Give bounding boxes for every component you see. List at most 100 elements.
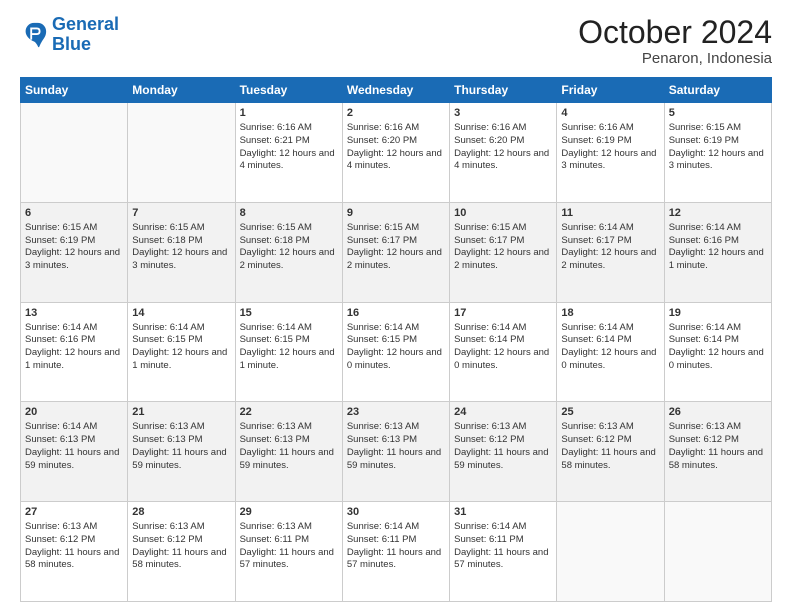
sunset-text: Sunset: 6:19 PM — [561, 135, 631, 146]
daylight-text: Daylight: 12 hours and 0 minutes. — [561, 347, 656, 371]
sunrise-text: Sunrise: 6:14 AM — [25, 421, 97, 432]
sunrise-text: Sunrise: 6:14 AM — [347, 322, 419, 333]
sunset-text: Sunset: 6:12 PM — [669, 434, 739, 445]
day-number: 3 — [454, 106, 552, 121]
day-number: 14 — [132, 306, 230, 321]
calendar-cell — [557, 502, 664, 602]
sunset-text: Sunset: 6:12 PM — [25, 534, 95, 545]
sunrise-text: Sunrise: 6:14 AM — [669, 322, 741, 333]
calendar-cell: 23Sunrise: 6:13 AMSunset: 6:13 PMDayligh… — [342, 402, 449, 502]
daylight-text: Daylight: 11 hours and 58 minutes. — [561, 447, 655, 471]
sunrise-text: Sunrise: 6:15 AM — [132, 222, 204, 233]
month-title: October 2024 — [578, 15, 772, 50]
calendar-cell: 9Sunrise: 6:15 AMSunset: 6:17 PMDaylight… — [342, 202, 449, 302]
header-sunday: Sunday — [21, 78, 128, 103]
sunset-text: Sunset: 6:16 PM — [25, 334, 95, 345]
header-saturday: Saturday — [664, 78, 771, 103]
sunset-text: Sunset: 6:14 PM — [669, 334, 739, 345]
calendar-cell: 16Sunrise: 6:14 AMSunset: 6:15 PMDayligh… — [342, 302, 449, 402]
daylight-text: Daylight: 11 hours and 59 minutes. — [132, 447, 226, 471]
sunrise-text: Sunrise: 6:15 AM — [454, 222, 526, 233]
day-number: 10 — [454, 206, 552, 221]
calendar-header-row: Sunday Monday Tuesday Wednesday Thursday… — [21, 78, 772, 103]
sunset-text: Sunset: 6:12 PM — [454, 434, 524, 445]
calendar-week-row-5: 27 Sunrise: 6:13 AM Sunset: 6:12 PM Dayligh… — [21, 502, 772, 602]
sunrise-text: Sunrise: 6:16 AM — [561, 122, 633, 133]
sunset-text: Sunset: 6:20 PM — [454, 135, 524, 146]
calendar-cell: 10Sunrise: 6:15 AMSunset: 6:17 PMDayligh… — [450, 202, 557, 302]
logo-text: General Blue — [52, 15, 119, 55]
sunrise-text: Sunrise: 6:16 AM — [347, 122, 419, 133]
calendar-cell: 15Sunrise: 6:14 AMSunset: 6:15 PMDayligh… — [235, 302, 342, 402]
calendar: Sunday Monday Tuesday Wednesday Thursday… — [20, 77, 772, 602]
day-number: 28 — [132, 505, 230, 520]
day-number: 1 — [240, 106, 338, 121]
daylight-text: Daylight: 12 hours and 4 minutes. — [454, 148, 549, 172]
day-number: 13 — [25, 306, 123, 321]
day-number: 31 — [454, 505, 552, 520]
sunset-text: Sunset: 6:13 PM — [132, 434, 202, 445]
sunset-text: Sunset: 6:13 PM — [240, 434, 310, 445]
sunrise-text: Sunrise: 6:13 AM — [454, 421, 526, 432]
daylight-text: Daylight: 12 hours and 0 minutes. — [669, 347, 764, 371]
calendar-week-row-1: 1Sunrise: 6:16 AMSunset: 6:21 PMDaylight… — [21, 103, 772, 203]
sunset-text: Sunset: 6:19 PM — [669, 135, 739, 146]
sunrise-text: Sunrise: 6:14 AM — [347, 521, 419, 532]
daylight-text: Daylight: 11 hours and 57 minutes. — [454, 547, 548, 571]
day-number: 7 — [132, 206, 230, 221]
calendar-cell: 8Sunrise: 6:15 AMSunset: 6:18 PMDaylight… — [235, 202, 342, 302]
day-number: 30 — [347, 505, 445, 520]
logo-icon — [20, 21, 48, 49]
calendar-cell: 2Sunrise: 6:16 AMSunset: 6:20 PMDaylight… — [342, 103, 449, 203]
sunrise-text: Sunrise: 6:13 AM — [240, 521, 312, 532]
sunrise-text: Sunrise: 6:13 AM — [132, 421, 204, 432]
day-number: 27 — [25, 505, 123, 520]
day-number: 22 — [240, 405, 338, 420]
calendar-cell — [21, 103, 128, 203]
calendar-cell: 30Sunrise: 6:14 AMSunset: 6:11 PMDayligh… — [342, 502, 449, 602]
calendar-cell: 5Sunrise: 6:15 AMSunset: 6:19 PMDaylight… — [664, 103, 771, 203]
sunrise-text: Sunrise: 6:14 AM — [454, 322, 526, 333]
day-number: 9 — [347, 206, 445, 221]
day-number: 21 — [132, 405, 230, 420]
calendar-cell: 18Sunrise: 6:14 AMSunset: 6:14 PMDayligh… — [557, 302, 664, 402]
daylight-text: Daylight: 11 hours and 57 minutes. — [240, 547, 334, 571]
header-wednesday: Wednesday — [342, 78, 449, 103]
calendar-cell: 31Sunrise: 6:14 AMSunset: 6:11 PMDayligh… — [450, 502, 557, 602]
daylight-text: Daylight: 12 hours and 1 minute. — [240, 347, 335, 371]
calendar-cell: 19Sunrise: 6:14 AMSunset: 6:14 PM Dayligh… — [664, 302, 771, 402]
title-block: October 2024 Penaron, Indonesia — [578, 15, 772, 67]
sunrise-text: Sunrise: 6:14 AM — [561, 222, 633, 233]
daylight-text: Daylight: 12 hours and 4 minutes. — [347, 148, 442, 172]
sunset-text: Sunset: 6:19 PM — [25, 235, 95, 246]
day-number: 2 — [347, 106, 445, 121]
daylight-text: Daylight: 12 hours and 1 minute. — [132, 347, 227, 371]
day-number: 29 — [240, 505, 338, 520]
daylight-text: Daylight: 11 hours and 58 minutes. — [669, 447, 763, 471]
calendar-cell: 7Sunrise: 6:15 AMSunset: 6:18 PMDaylight… — [128, 202, 235, 302]
calendar-cell: 6Sunrise: 6:15 AMSunset: 6:19 PMDaylight… — [21, 202, 128, 302]
day-number: 23 — [347, 405, 445, 420]
sunrise-text: Sunrise: 6:15 AM — [669, 122, 741, 133]
daylight-text: Daylight: 11 hours and 58 minutes. — [25, 547, 119, 571]
day-number: 15 — [240, 306, 338, 321]
day-number: 19 — [669, 306, 767, 321]
sunset-text: Sunset: 6:17 PM — [454, 235, 524, 246]
daylight-text: Daylight: 12 hours and 2 minutes. — [240, 247, 335, 271]
sunset-text: Sunset: 6:13 PM — [347, 434, 417, 445]
sunrise-text: Sunrise: 6:14 AM — [25, 322, 97, 333]
calendar-cell: 24Sunrise: 6:13 AMSunset: 6:12 PMDayligh… — [450, 402, 557, 502]
sunset-text: Sunset: 6:17 PM — [561, 235, 631, 246]
sunrise-text: Sunrise: 6:14 AM — [561, 322, 633, 333]
daylight-text: Daylight: 11 hours and 59 minutes. — [240, 447, 334, 471]
calendar-cell: 25Sunrise: 6:13 AMSunset: 6:12 PMDayligh… — [557, 402, 664, 502]
daylight-text: Daylight: 12 hours and 0 minutes. — [454, 347, 549, 371]
day-number: 5 — [669, 106, 767, 121]
daylight-text: Daylight: 11 hours and 59 minutes. — [25, 447, 119, 471]
location: Penaron, Indonesia — [578, 50, 772, 67]
logo-line1: General — [52, 14, 119, 34]
day-number: 6 — [25, 206, 123, 221]
calendar-cell: 11Sunrise: 6:14 AMSunset: 6:17 PMDayligh… — [557, 202, 664, 302]
sunset-text: Sunset: 6:11 PM — [347, 534, 417, 545]
daylight-text: Daylight: 12 hours and 1 minute. — [25, 347, 120, 371]
